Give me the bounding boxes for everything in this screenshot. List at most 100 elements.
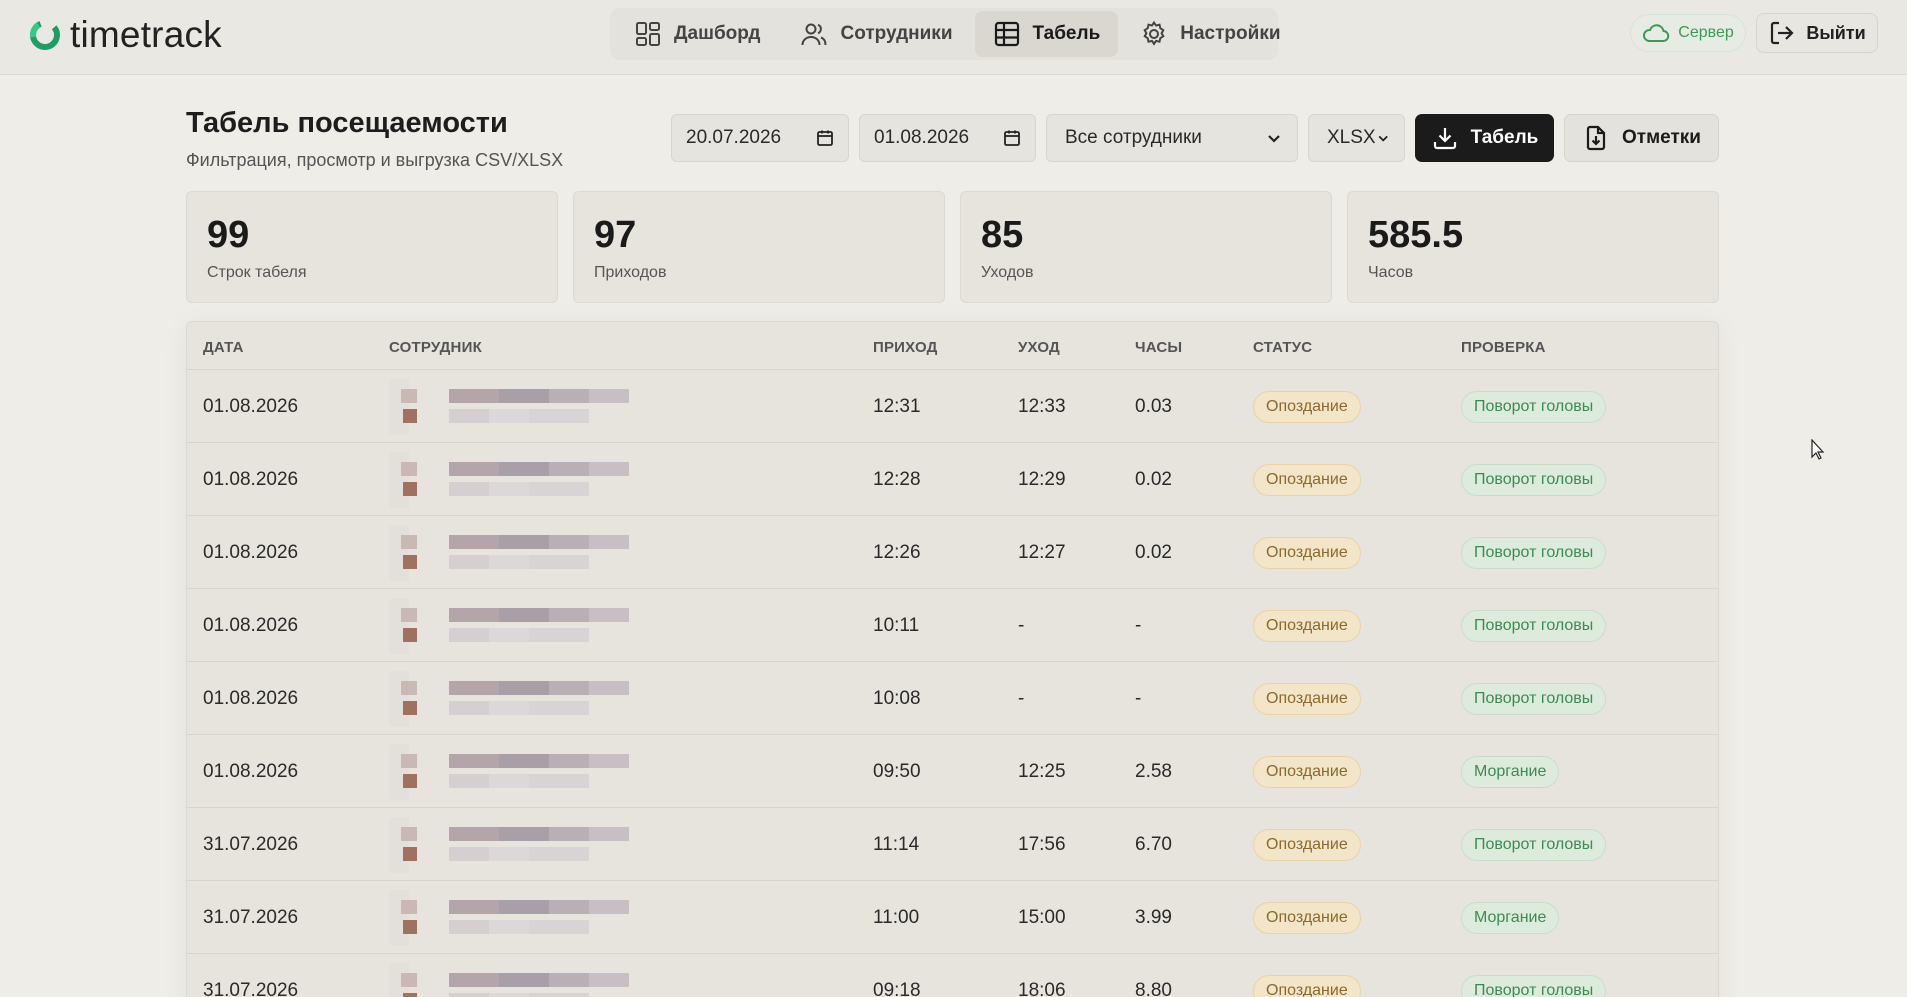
cell-date: 01.08.2026 [203,541,299,563]
calendar-icon[interactable] [816,129,834,147]
stat-value: 99 [207,214,250,256]
date-to-value: 01.08.2026 [874,127,970,148]
employee-avatar-name-redacted[interactable] [389,597,659,654]
dashboard-grid-icon [636,22,660,46]
employee-avatar-name-redacted[interactable] [389,743,659,800]
calendar-icon[interactable] [1003,129,1021,147]
date-to-input[interactable]: 01.08.2026 [859,114,1036,162]
export-marks-button[interactable]: Отметки [1564,114,1719,162]
cell-out: - [1018,687,1025,709]
cell-in: 10:08 [873,687,921,709]
cell-hours: 0.02 [1135,468,1172,490]
cell-date: 01.08.2026 [203,687,299,709]
status-badge: Опоздание [1253,755,1361,788]
table-row[interactable]: 01.08.2026 12:26 12:27 0.02 Опоздание По… [187,516,1718,589]
cell-in: 11:14 [873,833,920,855]
nav-timesheet[interactable]: Табель [974,11,1119,57]
cell-out: 12:33 [1018,395,1066,417]
nav-timesheet-label: Табель [1032,23,1101,44]
check-badge: Поворот головы [1461,682,1607,715]
cell-hours: 8.80 [1135,979,1172,997]
stat-value: 85 [981,214,1024,256]
cell-hours: 6.70 [1135,833,1172,855]
gear-icon [1143,20,1165,46]
table-row[interactable]: 01.08.2026 12:31 12:33 0.03 Опоздание По… [187,370,1718,443]
check-badge: Поворот головы [1461,536,1607,569]
stat-value: 97 [594,214,637,256]
export-timesheet-button[interactable]: Табель [1415,114,1554,162]
nav-dashboard-label: Дашборд [674,23,761,44]
logout-button[interactable]: Выйти [1756,13,1878,53]
stat-card-departures: 85 Уходов [960,191,1332,303]
col-check[interactable]: ПРОВЕРКА [1461,339,1546,356]
status-badge: Опоздание [1253,463,1361,496]
col-in[interactable]: ПРИХОД [873,339,938,356]
cell-hours: - [1135,687,1142,709]
col-date[interactable]: ДАТА [203,339,244,356]
check-badge: Поворот головы [1461,390,1607,423]
export-marks-label: Отметки [1622,127,1701,148]
users-icon [801,23,827,46]
table-row[interactable]: 31.07.2026 11:14 17:56 6.70 Опоздание По… [187,808,1718,881]
stat-value: 585.5 [1368,214,1464,256]
nav-dashboard[interactable]: Дашборд [616,11,778,57]
cell-hours: 0.02 [1135,541,1172,563]
table-row[interactable]: 01.08.2026 10:11 - - Опоздание Поворот г… [187,589,1718,662]
table-row[interactable]: 01.08.2026 12:28 12:29 0.02 Опоздание По… [187,443,1718,516]
cell-in: 09:18 [873,979,921,997]
main-nav: Дашборд Сотрудники Табель Настройки [610,8,1281,60]
stat-card-arrivals: 97 Приходов [573,191,945,303]
employee-avatar-name-redacted[interactable] [389,816,659,873]
table-row[interactable]: 01.08.2026 09:50 12:25 2.58 Опоздание Мо… [187,735,1718,808]
employee-avatar-name-redacted[interactable] [389,962,659,997]
employee-avatar-name-redacted[interactable] [389,889,659,946]
employee-avatar-name-redacted[interactable] [389,451,659,508]
col-status[interactable]: СТАТУС [1253,339,1312,356]
employee-avatar-name-redacted[interactable] [389,524,659,581]
brand-name: timetrack [70,14,222,55]
date-from-value: 20.07.2026 [686,127,782,148]
table-row[interactable]: 31.07.2026 11:00 15:00 3.99 Опоздание Мо… [187,881,1718,954]
cell-date: 01.08.2026 [203,395,299,417]
cell-out: 18:06 [1018,979,1066,997]
top-bar: timetrack Дашборд Сотрудники Табель Наст… [0,0,1907,75]
employee-avatar-name-redacted[interactable] [389,378,659,435]
col-out[interactable]: УХОД [1018,339,1060,356]
stat-label: Строк табеля [207,264,307,281]
col-hours[interactable]: ЧАСЫ [1135,339,1182,356]
logout-label: Выйти [1806,22,1866,43]
file-download-icon [1586,125,1606,151]
status-badge: Опоздание [1253,390,1361,423]
employee-avatar-name-redacted[interactable] [389,670,659,727]
export-timesheet-label: Табель [1470,127,1539,148]
format-select[interactable]: XLSX [1308,114,1405,162]
cell-in: 09:50 [873,760,921,782]
stat-card-hours: 585.5 Часов [1347,191,1719,303]
format-select-value: XLSX [1327,127,1376,148]
cell-hours: 0.03 [1135,395,1172,417]
col-employee[interactable]: СОТРУДНИК [389,339,482,356]
cell-out: 17:56 [1018,833,1066,855]
nav-settings[interactable]: Настройки [1122,11,1298,57]
table-row[interactable]: 31.07.2026 09:18 18:06 8.80 Опоздание По… [187,954,1718,997]
status-badge: Опоздание [1253,682,1361,715]
employee-select[interactable]: Все сотрудники [1046,114,1298,162]
cell-hours: - [1135,614,1142,636]
table-row[interactable]: 01.08.2026 10:08 - - Опоздание Поворот г… [187,662,1718,735]
page-subtitle: Фильтрация, просмотр и выгрузка CSV/XLSX [186,150,564,170]
nav-employees[interactable]: Сотрудники [782,11,970,57]
check-badge: Поворот головы [1461,828,1607,861]
logo[interactable]: timetrack [28,15,222,55]
cell-out: 12:29 [1018,468,1066,490]
server-label: Сервер [1678,24,1734,41]
employee-select-value: Все сотрудники [1065,127,1202,148]
table-body: 01.08.2026 12:31 12:33 0.03 Опоздание По… [187,370,1718,997]
check-badge: Поворот головы [1461,609,1607,642]
server-status[interactable]: Сервер [1630,14,1746,52]
date-from-input[interactable]: 20.07.2026 [671,114,849,162]
check-badge: Поворот головы [1461,974,1607,997]
logout-icon [1771,21,1794,45]
table-header: ДАТА СОТРУДНИК ПРИХОД УХОД ЧАСЫ СТАТУС П… [187,322,1718,370]
cell-in: 12:26 [873,541,921,563]
cell-hours: 3.99 [1135,906,1172,928]
